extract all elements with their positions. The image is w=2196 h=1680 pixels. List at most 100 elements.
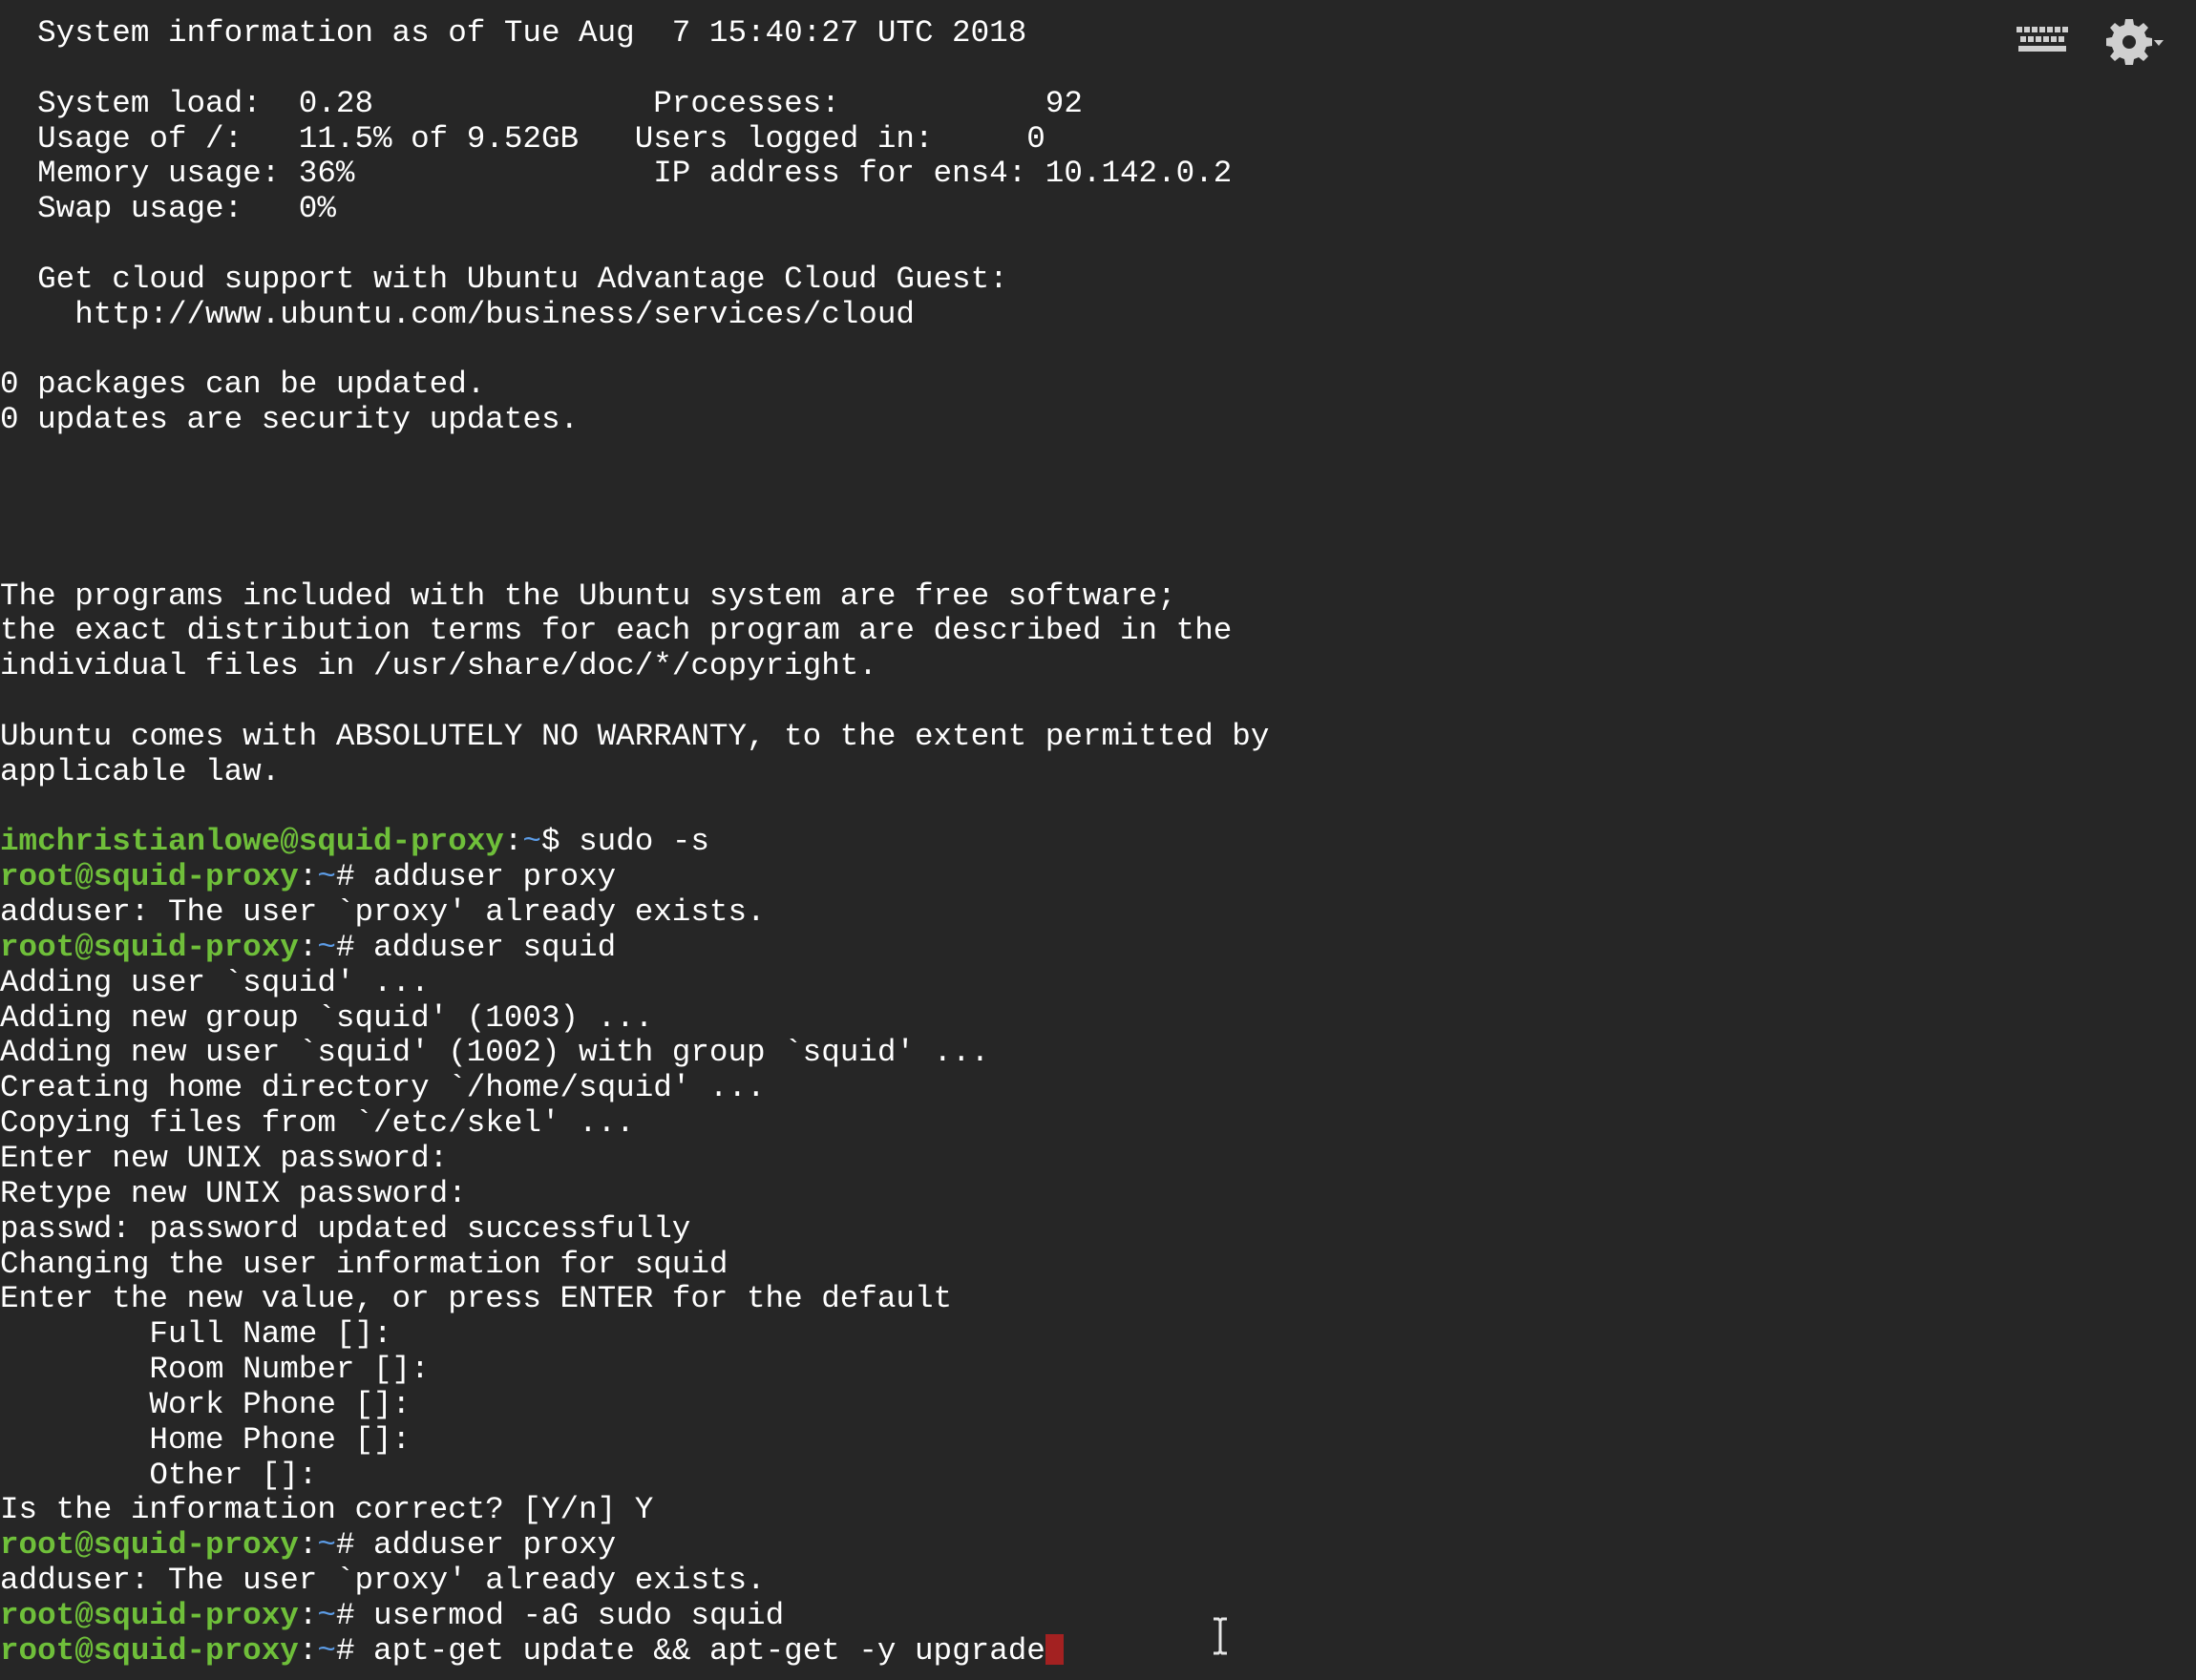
terminal-text: Memory usage: 36% IP address for ens4: 1…: [0, 156, 1233, 192]
terminal-text: 0 packages can be updated.: [0, 367, 486, 403]
terminal-line: Retype new UNIX password:: [0, 1175, 1269, 1212]
terminal-output[interactable]: System information as of Tue Aug 7 15:40…: [0, 15, 1270, 1670]
terminal-line: the exact distribution terms for each pr…: [0, 613, 1269, 649]
terminal-text: System information as of Tue Aug 7 15:40…: [0, 15, 1027, 51]
terminal-text: System load: 0.28 Processes: 92: [0, 85, 1083, 121]
terminal-line: Room Number []:: [0, 1352, 1269, 1388]
terminal-text: Changing the user information for squid: [0, 1246, 728, 1282]
terminal-line: Adding new group `squid' (1003) ...: [0, 999, 1269, 1037]
terminal-line: Ubuntu comes with ABSOLUTELY NO WARRANTY…: [0, 718, 1270, 755]
prompt-user-host: root@squid-proxy: [0, 1597, 299, 1633]
terminal-text: adduser: The user `proxy' already exists…: [0, 1563, 766, 1599]
keyboard-button[interactable]: [2015, 23, 2070, 59]
terminal-window[interactable]: System information as of Tue Aug 7 15:40…: [0, 0, 2196, 1680]
terminal-text: :: [503, 824, 523, 860]
terminal-line: Is the information correct? [Y/n] Y: [0, 1493, 1269, 1528]
terminal-text: # adduser squid: [335, 929, 617, 965]
prompt-user-host: root@squid-proxy: [0, 1632, 299, 1669]
terminal-text: 0 updates are security updates.: [0, 402, 580, 438]
terminal-text: passwd: password updated successfully: [0, 1210, 691, 1247]
settings-button[interactable]: [2101, 15, 2167, 69]
terminal-text: :: [298, 929, 318, 965]
terminal-line: Enter the new value, or press ENTER for …: [0, 1281, 1269, 1317]
terminal-text: :: [298, 859, 318, 895]
terminal-line: root@squid-proxy:~# apt-get update && ap…: [0, 1632, 1269, 1670]
terminal-line: Changing the user information for squid: [0, 1246, 1269, 1283]
prompt-user-host: root@squid-proxy: [0, 929, 299, 965]
terminal-text: applicable law.: [0, 753, 281, 789]
terminal-line: applicable law.: [0, 753, 1269, 790]
terminal-line: Work Phone []:: [0, 1387, 1269, 1423]
terminal-text: Adding user `squid' ...: [0, 964, 430, 1000]
terminal-line: System load: 0.28 Processes: 92: [0, 85, 1269, 122]
terminal-line: root@squid-proxy:~# adduser proxy: [0, 859, 1269, 895]
terminal-line: Adding new user `squid' (1002) with grou…: [0, 1036, 1269, 1071]
terminal-text: Room Number []:: [0, 1352, 430, 1388]
keyboard-icon: [2017, 27, 2068, 52]
terminal-text: Is the information correct? [Y/n] Y: [0, 1492, 654, 1528]
terminal-text: Adding new user `squid' (1002) with grou…: [0, 1035, 990, 1071]
terminal-text: # usermod -aG sudo squid: [335, 1597, 785, 1633]
terminal-line: Swap usage: 0%: [0, 191, 1269, 227]
terminal-text: Home Phone []:: [0, 1421, 412, 1458]
text-cursor-pointer: [1209, 1617, 1232, 1655]
terminal-text: :: [298, 1632, 318, 1669]
terminal-line: Adding user `squid' ...: [0, 964, 1269, 1001]
terminal-text: Ubuntu comes with ABSOLUTELY NO WARRANTY…: [0, 718, 1270, 754]
terminal-line: The programs included with the Ubuntu sy…: [0, 578, 1269, 615]
prompt-user-host: root@squid-proxy: [0, 1527, 299, 1564]
terminal-text: # adduser proxy: [335, 1527, 617, 1564]
terminal-line: http://www.ubuntu.com/business/services/…: [0, 296, 1269, 333]
prompt-path: ~: [522, 824, 541, 860]
terminal-text: Copying files from `/etc/skel' ...: [0, 1105, 635, 1142]
prompt-user-host: root@squid-proxy: [0, 859, 299, 895]
prompt-path: ~: [317, 1527, 336, 1564]
terminal-text: Enter the new value, or press ENTER for …: [0, 1281, 953, 1317]
terminal-line: root@squid-proxy:~# adduser proxy: [0, 1527, 1269, 1564]
terminal-line: 0 updates are security updates.: [0, 402, 1269, 438]
prompt-path: ~: [317, 1597, 336, 1633]
terminal-line: Other []:: [0, 1458, 1269, 1494]
terminal-line: root@squid-proxy:~# adduser squid: [0, 929, 1269, 966]
terminal-text: Swap usage: 0%: [0, 191, 336, 227]
terminal-text: # adduser proxy: [335, 859, 617, 895]
prompt-path: ~: [317, 929, 336, 965]
prompt-path: ~: [317, 1632, 336, 1669]
terminal-line: adduser: The user `proxy' already exists…: [0, 1563, 1269, 1599]
terminal-text: $ sudo -s: [540, 824, 709, 860]
terminal-text: Full Name []:: [0, 1316, 392, 1353]
terminal-text: Enter new UNIX password:: [0, 1141, 449, 1176]
terminal-text: Get cloud support with Ubuntu Advantage …: [0, 261, 1008, 297]
terminal-text: http://www.ubuntu.com/business/services/…: [0, 296, 915, 332]
terminal-text: Adding new group `squid' (1003) ...: [0, 999, 654, 1036]
terminal-text: :: [298, 1527, 318, 1564]
terminal-text: # apt-get update && apt-get -y upgrade: [335, 1632, 1045, 1669]
terminal-text: the exact distribution terms for each pr…: [0, 613, 1233, 649]
terminal-line: Get cloud support with Ubuntu Advantage …: [0, 262, 1269, 298]
prompt-path: ~: [317, 859, 336, 895]
terminal-text: Usage of /: 11.5% of 9.52GB Users logged…: [0, 120, 1045, 157]
terminal-text: Creating home directory `/home/squid' ..…: [0, 1070, 766, 1106]
terminal-line: root@squid-proxy:~# usermod -aG sudo squ…: [0, 1597, 1269, 1634]
terminal-line: Enter new UNIX password:: [0, 1141, 1269, 1177]
terminal-line: System information as of Tue Aug 7 15:40…: [0, 15, 1269, 52]
terminal-text: individual files in /usr/share/doc/*/cop…: [0, 648, 877, 684]
prompt-user-host: imchristianlowe@squid-proxy: [0, 824, 504, 860]
terminal-line: Copying files from `/etc/skel' ...: [0, 1105, 1269, 1142]
terminal-line: adduser: The user `proxy' already exists…: [0, 894, 1269, 931]
terminal-line: Memory usage: 36% IP address for ens4: 1…: [0, 156, 1269, 192]
terminal-text: Retype new UNIX password:: [0, 1175, 467, 1211]
terminal-line: Creating home directory `/home/squid' ..…: [0, 1070, 1269, 1106]
terminal-line: Home Phone []:: [0, 1421, 1269, 1459]
terminal-line: individual files in /usr/share/doc/*/cop…: [0, 648, 1269, 684]
terminal-line: passwd: password updated successfully: [0, 1210, 1269, 1248]
